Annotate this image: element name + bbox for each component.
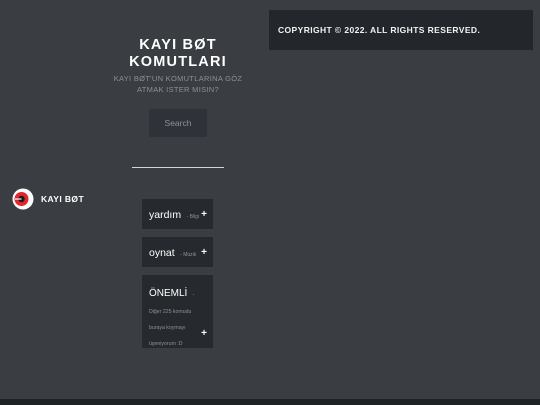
command-card-onemli[interactable]: ÖNEMLİ - Diğer 225 komudu buraya koymayı… xyxy=(142,275,213,348)
page-title-line1: KAYI BØT xyxy=(139,37,217,53)
page-subtitle-line2: ATMAK ISTER MISIN? xyxy=(137,85,219,94)
command-name: ÖNEMLİ xyxy=(149,288,188,299)
command-category: - Bilgi xyxy=(186,214,200,220)
bot-name: KAYI BØT xyxy=(41,194,85,204)
plus-icon[interactable]: + xyxy=(201,247,207,258)
plus-icon[interactable]: + xyxy=(201,209,207,220)
red-circle-logo-icon xyxy=(12,188,34,210)
command-category: - Müzik xyxy=(180,252,197,258)
bot-brand[interactable]: KAYI BØT xyxy=(12,188,84,210)
search-input[interactable] xyxy=(149,109,207,137)
description-line: buraya koymayı xyxy=(149,325,186,331)
command-title: yardım - Bilgi xyxy=(149,205,199,223)
copyright-text: COPYRIGHT © 2022. ALL RIGHTS RESERVED. xyxy=(278,25,481,35)
description-line: Diğer 225 komudu xyxy=(149,309,192,315)
divider xyxy=(132,167,224,168)
page-subtitle: KAYI BØT'UN KOMUTLARINA GÖZ ATMAK ISTER … xyxy=(104,73,252,95)
command-name: yardım xyxy=(149,209,182,221)
plus-icon[interactable]: + xyxy=(201,328,207,339)
page-subtitle-line1: KAYI BØT'UN KOMUTLARINA GÖZ xyxy=(113,74,243,83)
page-title-line2: KOMUTLARI xyxy=(129,54,227,70)
command-category: - xyxy=(192,292,195,298)
page-title: KAYI BØT KOMUTLARI xyxy=(108,37,248,71)
bottom-bar xyxy=(0,399,540,405)
command-title: oynat - Müzik xyxy=(149,243,196,261)
command-card-oynat[interactable]: oynat - Müzik + xyxy=(142,237,213,267)
command-title: ÖNEMLİ - xyxy=(149,283,194,300)
command-description: Diğer 225 komudu buraya koymayı üşeniyor… xyxy=(149,304,207,352)
description-line: üşeniyorum :D xyxy=(149,341,183,347)
command-name: oynat xyxy=(149,247,175,259)
command-card-yardim[interactable]: yardım - Bilgi + xyxy=(142,199,213,229)
copyright-banner: COPYRIGHT © 2022. ALL RIGHTS RESERVED. xyxy=(269,10,533,50)
